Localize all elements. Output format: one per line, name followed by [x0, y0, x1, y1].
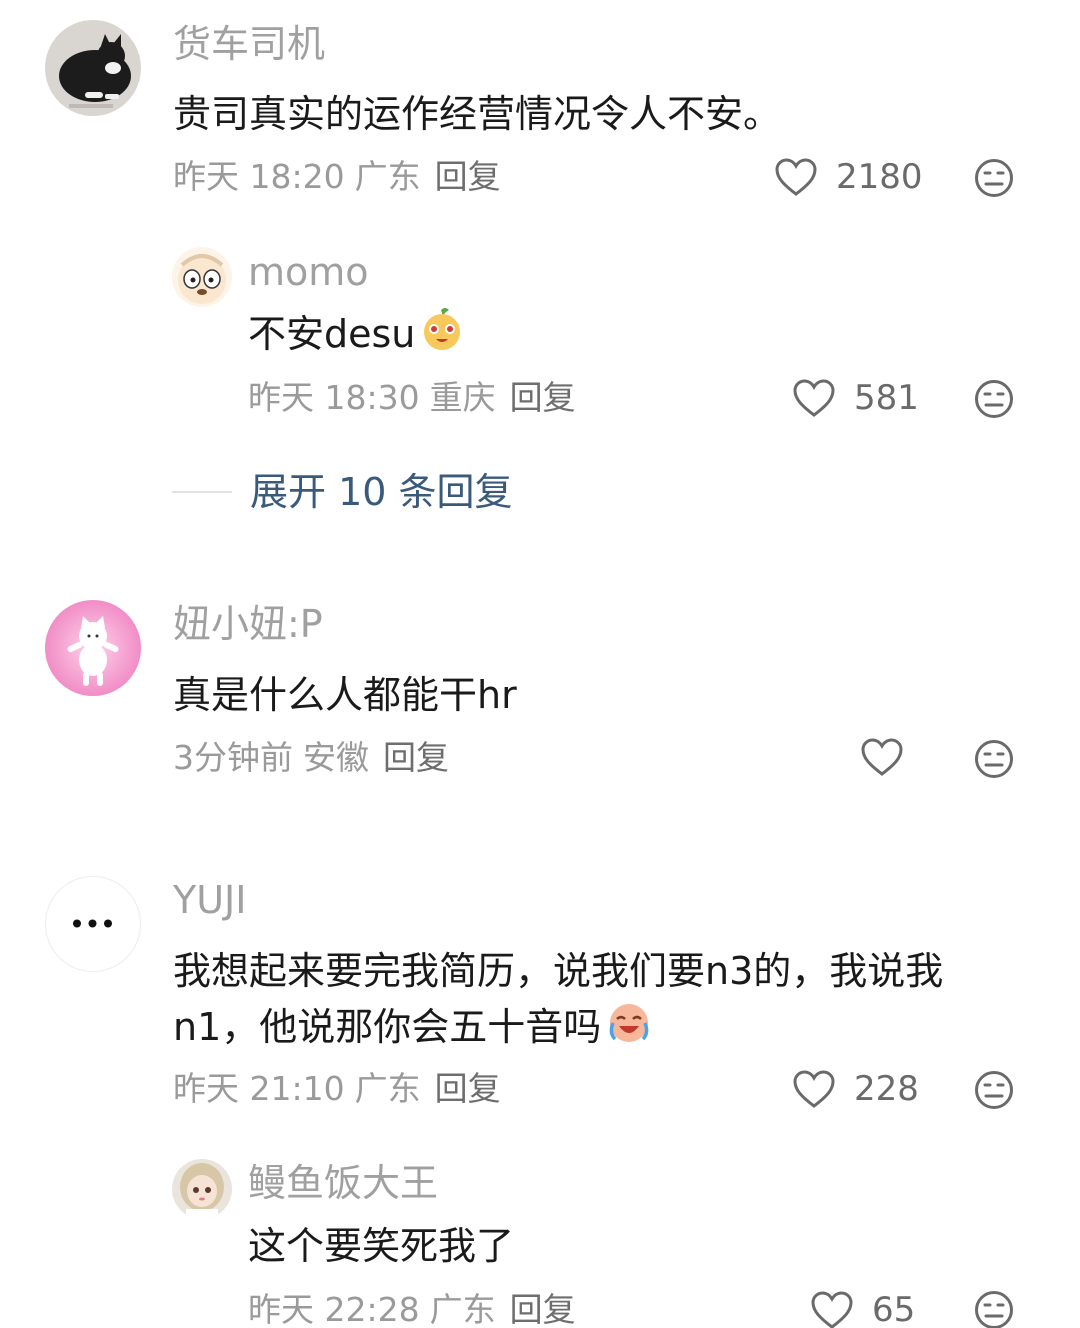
- comment-text: 不安desu: [248, 306, 465, 367]
- comment-list: 货车司机 贵司真实的运作经营情况令人不安。 昨天 18:20 广东 回复 2180: [0, 0, 1080, 1328]
- timestamp: 3分钟前: [173, 738, 293, 777]
- meh-face-icon: [975, 1291, 1013, 1328]
- heart-icon: [793, 379, 835, 417]
- like-button[interactable]: 2180: [774, 156, 923, 198]
- username[interactable]: 鳗鱼饭大王: [248, 1159, 438, 1207]
- reply-button[interactable]: 回复: [510, 378, 576, 417]
- heart-icon: [861, 738, 903, 776]
- username[interactable]: 妞小妞:P: [173, 600, 323, 648]
- dislike-button[interactable]: [974, 379, 1014, 419]
- like-count: 228: [854, 1069, 919, 1109]
- meh-face-icon: [975, 380, 1013, 418]
- heart-icon: [811, 1291, 853, 1328]
- avatar[interactable]: [45, 876, 141, 972]
- like-count: 581: [854, 378, 919, 418]
- like-button[interactable]: 65: [810, 1289, 915, 1328]
- like-button[interactable]: 228: [792, 1068, 919, 1110]
- location: 安徽: [303, 738, 369, 777]
- comment-text: 这个要笑死我了: [248, 1224, 515, 1268]
- location: 广东: [429, 1290, 496, 1328]
- crying-laughing-emoji-icon: [605, 999, 653, 1060]
- dislike-button[interactable]: [974, 739, 1014, 779]
- timestamp: 昨天 21:10: [173, 1069, 345, 1108]
- avatar[interactable]: [45, 20, 141, 116]
- heart-icon: [793, 1070, 835, 1108]
- dislike-button[interactable]: [974, 158, 1014, 198]
- like-count: 65: [872, 1290, 916, 1328]
- cartoon-face-avatar-image: [172, 247, 232, 307]
- comment-meta: 昨天 22:28 广东 回复: [248, 1289, 576, 1328]
- doll-avatar-image: [172, 1159, 232, 1219]
- expand-replies-button[interactable]: 展开 10 条回复: [172, 468, 513, 516]
- meh-face-icon: [975, 1071, 1013, 1109]
- comment-meta: 3分钟前 安徽 回复: [173, 737, 449, 779]
- pink-cat-avatar-image: [45, 600, 141, 696]
- location: 广东: [354, 157, 421, 196]
- reply-button[interactable]: 回复: [435, 157, 501, 196]
- comment-text-line-1: 我想起来要完我简历，说我们要n3的，我说我: [173, 949, 944, 993]
- username[interactable]: 货车司机: [173, 20, 325, 68]
- meh-face-icon: [975, 740, 1013, 778]
- avatar[interactable]: [45, 600, 141, 696]
- avatar[interactable]: [172, 1159, 232, 1219]
- more-dots-icon: [46, 877, 139, 970]
- dislike-button[interactable]: [974, 1070, 1014, 1110]
- divider: [172, 491, 232, 493]
- comment-text: 真是什么人都能干hr: [173, 673, 517, 717]
- reply-button[interactable]: 回复: [510, 1290, 576, 1328]
- heart-icon: [775, 158, 817, 196]
- comment-meta: 昨天 21:10 广东 回复: [173, 1068, 501, 1110]
- timestamp: 昨天 18:20: [173, 157, 345, 196]
- avatar[interactable]: [172, 247, 232, 307]
- comment-text-line-2: n1，他说那你会五十音吗: [173, 999, 653, 1060]
- meh-face-icon: [975, 159, 1013, 197]
- reply-button[interactable]: 回复: [383, 738, 449, 777]
- username[interactable]: YUJI: [173, 876, 246, 924]
- location: 广东: [354, 1069, 421, 1108]
- timestamp: 昨天 18:30: [248, 378, 420, 417]
- location: 重庆: [429, 378, 496, 417]
- laughing-emoji-icon: [419, 306, 465, 367]
- comment-meta: 昨天 18:30 重庆 回复: [248, 377, 576, 419]
- username[interactable]: momo: [248, 248, 369, 296]
- dislike-button[interactable]: [974, 1290, 1014, 1328]
- like-button[interactable]: [860, 737, 904, 777]
- expand-replies-label: 展开 10 条回复: [250, 470, 513, 514]
- timestamp: 昨天 22:28: [248, 1290, 420, 1328]
- like-button[interactable]: 581: [792, 377, 919, 419]
- like-count: 2180: [836, 157, 923, 197]
- comment-meta: 昨天 18:20 广东 回复: [173, 156, 501, 198]
- comment-text: 贵司真实的运作经营情况令人不安。: [173, 92, 782, 136]
- reply-button[interactable]: 回复: [435, 1069, 501, 1108]
- cat-photo-avatar-image: [45, 20, 141, 116]
